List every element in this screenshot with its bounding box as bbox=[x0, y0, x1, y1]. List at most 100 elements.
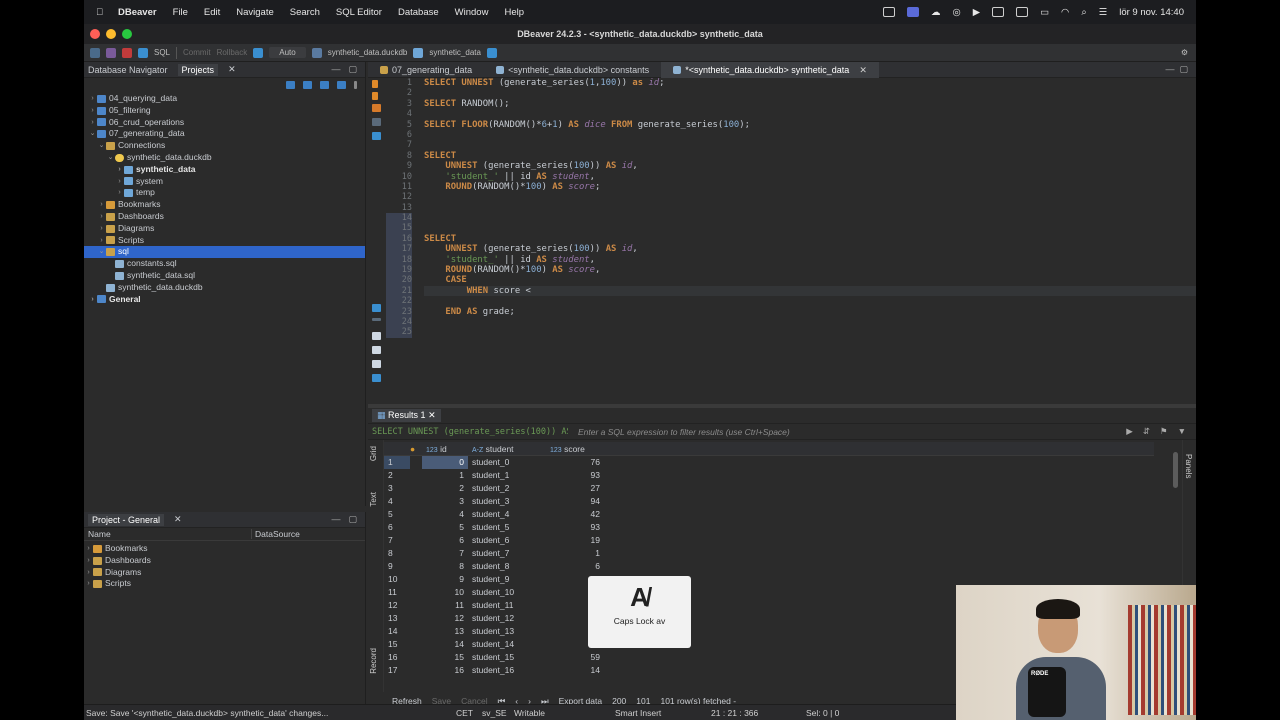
column-header-score[interactable]: 123 score bbox=[546, 444, 604, 454]
student-cell[interactable]: student_2 bbox=[468, 482, 546, 495]
table-row[interactable]: 9 8 student_8 6 bbox=[384, 560, 1154, 573]
row-number-cell[interactable]: 9 bbox=[384, 560, 410, 573]
student-cell[interactable]: student_7 bbox=[468, 547, 546, 560]
code-line[interactable]: CASE bbox=[424, 275, 1196, 285]
minimize-icon[interactable]: — bbox=[331, 514, 340, 525]
open-script-icon[interactable] bbox=[372, 346, 381, 354]
menu-navigate[interactable]: Navigate bbox=[236, 7, 274, 18]
tab-projects[interactable]: Projects bbox=[177, 63, 219, 76]
auto-commit-selector[interactable]: Auto bbox=[269, 47, 306, 58]
tree-item[interactable]: › 06_crud_operations bbox=[84, 117, 365, 129]
close-window-button[interactable] bbox=[90, 29, 100, 39]
project-item[interactable]: › Scripts bbox=[84, 578, 365, 590]
menu-window[interactable]: Window bbox=[455, 7, 489, 18]
score-cell[interactable]: 59 bbox=[546, 651, 604, 664]
expand-arrow-icon[interactable]: › bbox=[115, 187, 124, 199]
score-cell[interactable]: 76 bbox=[546, 456, 604, 469]
expand-arrow-icon[interactable]: › bbox=[97, 223, 106, 235]
code-line[interactable]: SELECT FLOOR(RANDOM()*6+1) AS dice FROM … bbox=[424, 120, 1196, 130]
menu-database[interactable]: Database bbox=[398, 7, 439, 18]
code-line[interactable]: ROUND(RANDOM()*100) AS score; bbox=[424, 182, 1196, 192]
new-script-icon[interactable] bbox=[372, 332, 381, 340]
expand-arrow-icon[interactable]: › bbox=[97, 211, 106, 223]
code-line[interactable] bbox=[424, 109, 1196, 119]
maximize-icon[interactable]: ▢ bbox=[348, 64, 357, 75]
id-cell[interactable]: 9 bbox=[422, 573, 468, 586]
screen-icon[interactable] bbox=[882, 7, 895, 17]
wifi-icon[interactable]: ◠ bbox=[1061, 7, 1069, 18]
tree-item[interactable]: › General bbox=[84, 294, 365, 306]
sql-editor-icon[interactable] bbox=[138, 47, 148, 58]
score-cell[interactable]: 93 bbox=[546, 521, 604, 534]
result-filter-input[interactable]: Enter a SQL expression to filter results… bbox=[578, 427, 790, 437]
maximize-icon[interactable]: — ▢ bbox=[1165, 64, 1188, 75]
new-connection-icon[interactable] bbox=[90, 47, 100, 58]
execute-statement-icon[interactable] bbox=[372, 80, 378, 88]
tab-record[interactable]: Record bbox=[369, 648, 378, 674]
tree-item[interactable]: › Scripts bbox=[84, 235, 365, 247]
student-cell[interactable]: student_10 bbox=[468, 586, 546, 599]
tree-item[interactable]: constants.sql bbox=[84, 258, 365, 270]
table-row[interactable]: 6 5 student_5 93 bbox=[384, 521, 1154, 534]
grid-scrollbar[interactable] bbox=[1173, 452, 1178, 488]
plugin-icon[interactable] bbox=[106, 47, 116, 58]
expand-arrow-icon[interactable]: › bbox=[88, 93, 97, 105]
tree-item[interactable]: › 04_querying_data bbox=[84, 93, 365, 105]
explain-plan-icon[interactable] bbox=[372, 118, 381, 126]
tab-database-navigator[interactable]: Database Navigator bbox=[88, 65, 168, 75]
execute-script-icon[interactable] bbox=[372, 92, 378, 100]
row-number-cell[interactable]: 6 bbox=[384, 521, 410, 534]
tree-item[interactable]: › Bookmarks bbox=[84, 199, 365, 211]
active-schema-selector[interactable]: synthetic_data bbox=[429, 48, 481, 57]
expand-arrow-icon[interactable]: › bbox=[88, 117, 97, 129]
code-line[interactable] bbox=[424, 223, 1196, 233]
student-cell[interactable]: student_6 bbox=[468, 534, 546, 547]
result-query-text[interactable]: SELECT UNNEST (generate_series(100)) AS … bbox=[372, 427, 568, 437]
save-script-icon[interactable] bbox=[372, 360, 381, 368]
student-cell[interactable]: student_13 bbox=[468, 625, 546, 638]
commit-button[interactable]: Commit bbox=[183, 48, 211, 57]
column-datasource-header[interactable]: DataSource bbox=[252, 529, 300, 539]
row-number-cell[interactable]: 11 bbox=[384, 586, 410, 599]
student-cell[interactable]: student_12 bbox=[468, 612, 546, 625]
close-icon[interactable]: ✕ bbox=[859, 62, 867, 78]
menu-file[interactable]: File bbox=[173, 7, 188, 18]
apple-icon[interactable]:  bbox=[96, 7, 110, 18]
tree-item[interactable]: ⌄ sql bbox=[84, 246, 365, 259]
expand-arrow-icon[interactable]: › bbox=[115, 176, 124, 188]
code-line[interactable]: SELECT bbox=[424, 234, 1196, 244]
project-item[interactable]: › Diagrams bbox=[84, 567, 365, 579]
display-icon[interactable] bbox=[992, 7, 1005, 17]
chat-icon[interactable] bbox=[1016, 7, 1029, 17]
expand-arrow-icon[interactable]: ⌄ bbox=[106, 152, 115, 164]
code-line[interactable] bbox=[424, 140, 1196, 150]
view-menu-icon[interactable] bbox=[354, 81, 357, 89]
id-cell[interactable]: 11 bbox=[422, 599, 468, 612]
id-cell[interactable]: 7 bbox=[422, 547, 468, 560]
id-cell[interactable]: 10 bbox=[422, 586, 468, 599]
id-cell[interactable]: 14 bbox=[422, 638, 468, 651]
maximize-icon[interactable]: ▢ bbox=[348, 514, 357, 525]
minimize-icon[interactable]: — bbox=[331, 64, 340, 75]
student-cell[interactable]: student_5 bbox=[468, 521, 546, 534]
close-icon[interactable]: ✕ bbox=[228, 64, 236, 75]
code-line[interactable]: SELECT UNNEST (generate_series(1,100)) a… bbox=[424, 78, 1196, 88]
tree-item[interactable]: › temp bbox=[84, 187, 365, 199]
row-number-cell[interactable]: 3 bbox=[384, 482, 410, 495]
tree-item[interactable]: ⌄ Connections bbox=[84, 140, 365, 152]
cloud-icon[interactable]: ☁ bbox=[931, 7, 941, 18]
tree-item[interactable]: › 05_filtering bbox=[84, 105, 365, 117]
tab-07-generating-data[interactable]: 07_generating_data bbox=[368, 62, 484, 78]
more-icon[interactable] bbox=[372, 318, 381, 321]
transaction-mode-icon[interactable] bbox=[253, 47, 264, 58]
row-number-cell[interactable]: 17 bbox=[384, 664, 410, 677]
score-cell[interactable]: 94 bbox=[546, 495, 604, 508]
search-toolbar-icon[interactable] bbox=[486, 47, 497, 58]
status-insert-mode[interactable]: Smart Insert bbox=[615, 708, 661, 718]
id-cell[interactable]: 12 bbox=[422, 612, 468, 625]
code-line[interactable] bbox=[424, 296, 1196, 306]
id-cell[interactable]: 13 bbox=[422, 625, 468, 638]
menu-help[interactable]: Help bbox=[504, 7, 524, 18]
filter-history-icon[interactable]: ⇵ bbox=[1143, 426, 1150, 437]
tree-item[interactable]: synthetic_data.sql bbox=[84, 270, 365, 282]
